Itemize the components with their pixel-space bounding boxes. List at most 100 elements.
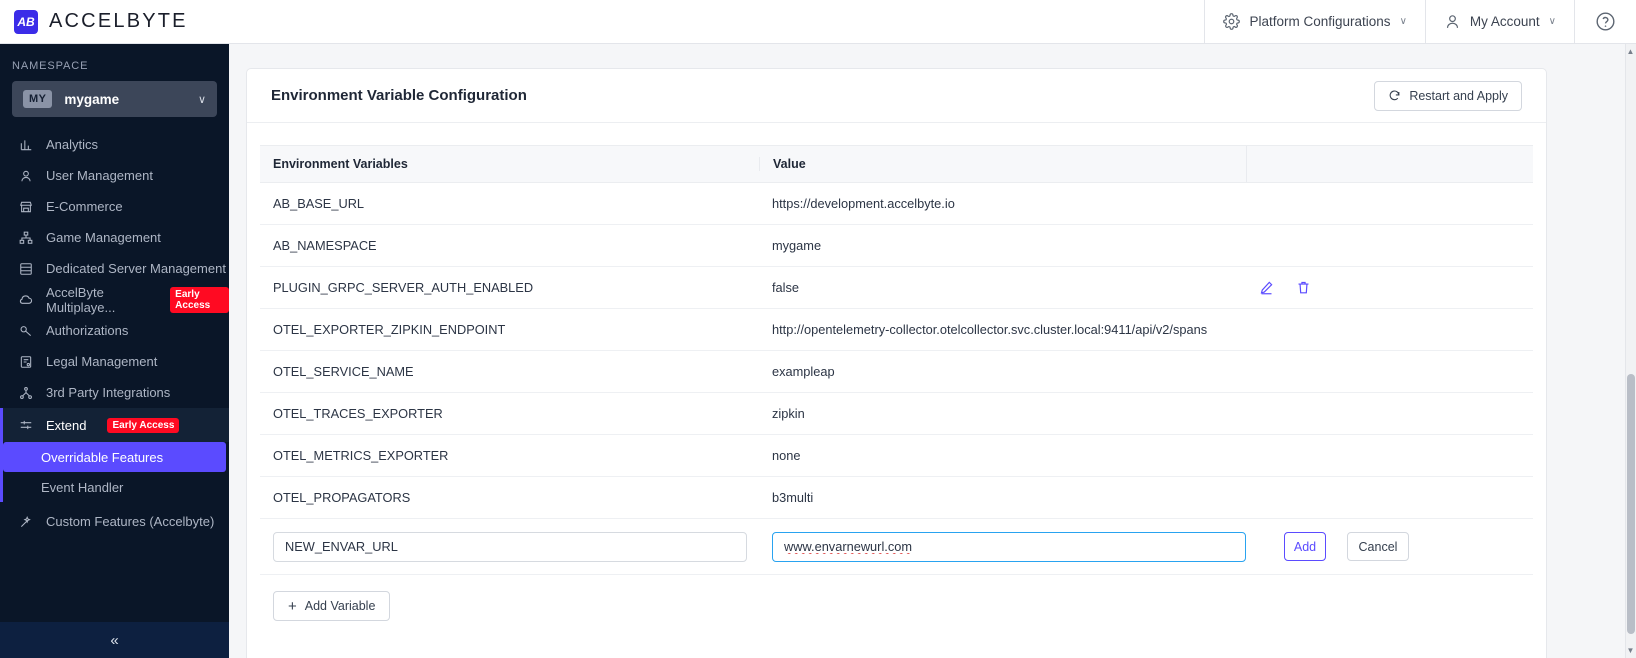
sidebar-item-dedicated-server-management[interactable]: Dedicated Server Management (0, 253, 229, 284)
sidebar-item-legal-management[interactable]: Legal Management (0, 346, 229, 377)
sitemap-icon (18, 231, 33, 245)
help-circle-icon (1595, 11, 1616, 32)
cell-variable-name: OTEL_METRICS_EXPORTER (273, 448, 449, 463)
table-row: OTEL_EXPORTER_ZIPKIN_ENDPOINT http://ope… (260, 309, 1533, 351)
main-content: Environment Variable Configuration Resta… (229, 44, 1636, 658)
sidebar-item-overridable-features[interactable]: Overridable Features (3, 442, 226, 472)
chevron-down-icon: ∨ (1399, 16, 1407, 27)
user-icon (18, 169, 33, 183)
edit-icon[interactable] (1259, 280, 1274, 295)
cell-variable-value: zipkin (772, 406, 805, 421)
namespace-badge: MY (23, 90, 53, 108)
sidebar-item-3rd-party-integrations[interactable]: 3rd Party Integrations (0, 377, 229, 408)
cell-variable-name: OTEL_EXPORTER_ZIPKIN_ENDPOINT (273, 322, 506, 337)
add-variable-label: Add Variable (304, 599, 376, 613)
new-variable-row: Add Cancel (260, 519, 1533, 575)
scroll-down-arrow[interactable]: ▼ (1626, 646, 1635, 655)
scroll-up-arrow[interactable]: ▲ (1626, 47, 1635, 56)
cell-variable-value: exampleap (772, 364, 835, 379)
add-variable-button[interactable]: + Add Variable (273, 591, 391, 621)
cell-variable-name: AB_NAMESPACE (273, 238, 377, 253)
namespace-selector[interactable]: MY mygame ∨ (12, 81, 217, 117)
add-variable-wrap: + Add Variable (260, 575, 1533, 641)
document-icon (18, 355, 33, 369)
table-row: AB_NAMESPACE mygame (260, 225, 1533, 267)
share-nodes-icon (18, 386, 33, 400)
table-row: OTEL_TRACES_EXPORTER zipkin (260, 393, 1533, 435)
new-variable-value-input[interactable] (772, 531, 1246, 562)
restart-and-apply-label: Restart and Apply (1409, 88, 1508, 103)
cell-variable-value: false (772, 280, 800, 295)
sidebar-item-authorizations[interactable]: Authorizations (0, 315, 229, 346)
accelbyte-logo-icon: AB (14, 9, 38, 34)
sidebar-item-custom-features[interactable]: Custom Features (Accelbyte) (0, 506, 229, 537)
env-var-card: Environment Variable Configuration Resta… (246, 68, 1547, 658)
key-icon (18, 324, 33, 338)
scroll-thumb[interactable] (1627, 374, 1635, 634)
sidebar-item-event-handler[interactable]: Event Handler (3, 472, 226, 502)
sidebar-subitem-label: Event Handler (41, 479, 124, 495)
cell-variable-value: mygame (772, 238, 822, 253)
sidebar-item-label: Authorizations (46, 323, 129, 338)
cell-actions (1246, 280, 1533, 295)
sidebar-item-game-management[interactable]: Game Management (0, 222, 229, 253)
new-variable-name-input[interactable] (273, 531, 747, 562)
delete-icon[interactable] (1296, 280, 1311, 295)
cell-variable-name: AB_BASE_URL (273, 196, 365, 211)
sidebar-item-analytics[interactable]: Analytics (0, 129, 229, 160)
sidebar-item-label: Legal Management (46, 354, 158, 369)
refresh-icon (1388, 89, 1401, 102)
platform-configurations-menu[interactable]: Platform Configurations ∨ (1204, 0, 1424, 44)
add-button[interactable]: Add (1284, 532, 1326, 561)
server-icon (18, 262, 33, 276)
chevron-double-left-icon: « (110, 631, 119, 649)
sidebar-collapse-button[interactable]: « (0, 622, 229, 658)
sidebar-subnav: Overridable Features Event Handler (0, 442, 229, 502)
namespace-name: mygame (64, 91, 120, 107)
table-row: AB_BASE_URL https://development.accelbyt… (260, 183, 1533, 225)
cell-variable-value: https://development.accelbyte.io (772, 196, 955, 211)
help-button[interactable] (1574, 0, 1636, 44)
sidebar-item-label: Game Management (46, 230, 161, 245)
early-access-badge: Early Access (170, 286, 229, 313)
card-header: Environment Variable Configuration Resta… (247, 69, 1546, 123)
top-bar-actions: Platform Configurations ∨ My Account ∨ (1204, 0, 1636, 44)
sidebar-item-accelbyte-multiplayer[interactable]: AccelByte Multiplaye... Early Access (0, 284, 229, 315)
sidebar-item-label: 3rd Party Integrations (46, 385, 171, 400)
brand-logo[interactable]: AB ACCELBYTE (0, 9, 188, 34)
sidebar: NAMESPACE MY mygame ∨ Analytics User Man… (0, 44, 229, 658)
sidebar-item-label: AccelByte Multiplaye... (46, 284, 116, 315)
cancel-button[interactable]: Cancel (1347, 532, 1409, 561)
plus-icon: + (288, 597, 297, 615)
app-root: AB ACCELBYTE Platform Configurations ∨ M… (0, 0, 1636, 658)
cell-variable-value: none (772, 448, 801, 463)
namespace-label: NAMESPACE (12, 60, 89, 72)
cell-variable-value: b3multi (772, 490, 814, 505)
sidebar-item-extend[interactable]: Extend Early Access (0, 408, 229, 442)
user-icon (1444, 13, 1461, 30)
chevron-down-icon: ∨ (197, 93, 206, 106)
sidebar-item-label: User Management (46, 168, 153, 183)
my-account-menu[interactable]: My Account ∨ (1424, 0, 1574, 44)
bar-chart-icon (18, 138, 33, 152)
platform-configurations-label: Platform Configurations (1249, 14, 1391, 29)
sidebar-item-user-management[interactable]: User Management (0, 160, 229, 191)
restart-and-apply-button[interactable]: Restart and Apply (1374, 80, 1522, 111)
cell-variable-name: OTEL_TRACES_EXPORTER (273, 406, 443, 421)
column-header-actions (1246, 146, 1533, 182)
table-row: OTEL_SERVICE_NAME exampleap (260, 351, 1533, 393)
page-scrollbar[interactable]: ▲ ▼ (1625, 44, 1636, 658)
cloud-icon (18, 292, 33, 307)
cell-variable-value: http://opentelemetry-collector.otelcolle… (772, 322, 1208, 337)
early-access-badge: Early Access (107, 417, 180, 433)
gear-icon (1223, 13, 1241, 30)
top-bar: AB ACCELBYTE Platform Configurations ∨ M… (0, 0, 1636, 44)
sidebar-item-label: Dedicated Server Management (46, 261, 226, 276)
env-var-table: Environment Variables Value AB_BASE_URL … (247, 123, 1546, 641)
sidebar-item-e-commerce[interactable]: E-Commerce (0, 191, 229, 222)
column-header-value: Value (759, 157, 1246, 171)
cell-variable-name: OTEL_PROPAGATORS (273, 490, 411, 505)
table-row: OTEL_METRICS_EXPORTER none (260, 435, 1533, 477)
my-account-label: My Account (1469, 14, 1540, 29)
wand-icon (18, 515, 33, 529)
